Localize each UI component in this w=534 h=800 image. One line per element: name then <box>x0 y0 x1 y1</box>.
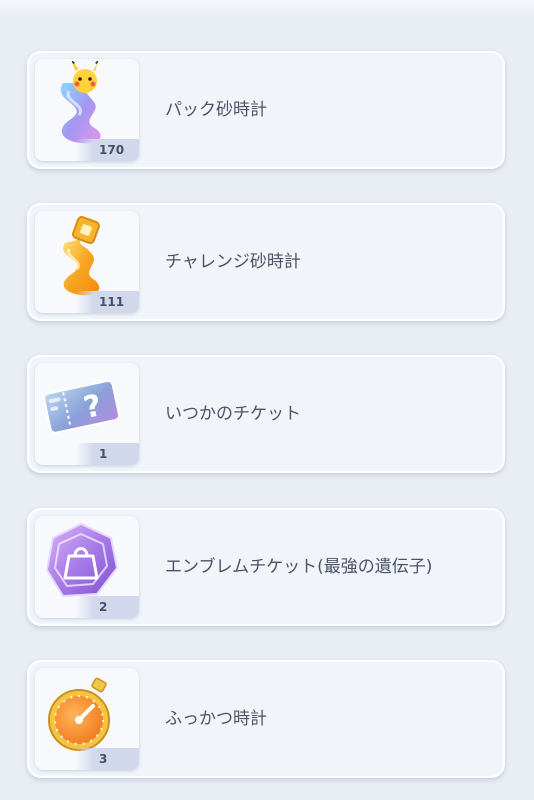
item-icon-box: 3 <box>35 668 139 770</box>
item-icon-box: 111 <box>35 211 139 313</box>
mystery-ticket-icon: ? <box>43 379 121 434</box>
item-icon-box: 170 <box>35 59 139 161</box>
challenge-hourglass-icon <box>63 216 100 296</box>
item-count: 2 <box>75 596 139 618</box>
list-item[interactable]: 170 パック砂時計 <box>27 51 505 169</box>
item-count: 3 <box>75 748 139 770</box>
list-item[interactable]: 111 チャレンジ砂時計 <box>27 203 505 321</box>
item-count: 111 <box>75 291 139 313</box>
item-name: エンブレムチケット(最強の遺伝子) <box>165 557 433 577</box>
item-icon-box: 2 <box>35 516 139 618</box>
item-icon-box: ? 1 <box>35 363 139 465</box>
item-name: ふっかつ時計 <box>165 709 267 729</box>
emblem-ticket-icon <box>45 522 119 598</box>
item-count: 170 <box>75 139 139 161</box>
item-count: 1 <box>75 443 139 465</box>
list-item[interactable]: ? 1 いつかのチケット <box>27 355 505 473</box>
item-list: 170 パック砂時計 111 チャレンジ砂時計 ? 1 いつかのチケット 2 エ… <box>0 0 534 800</box>
list-item[interactable]: 2 エンブレムチケット(最強の遺伝子) <box>27 508 505 626</box>
list-item[interactable]: 3 ふっかつ時計 <box>27 660 505 778</box>
item-name: パック砂時計 <box>165 100 267 120</box>
item-name: いつかのチケット <box>165 404 301 424</box>
pack-hourglass-icon <box>60 61 101 144</box>
revival-stopwatch-icon <box>48 677 110 751</box>
item-name: チャレンジ砂時計 <box>165 252 301 272</box>
